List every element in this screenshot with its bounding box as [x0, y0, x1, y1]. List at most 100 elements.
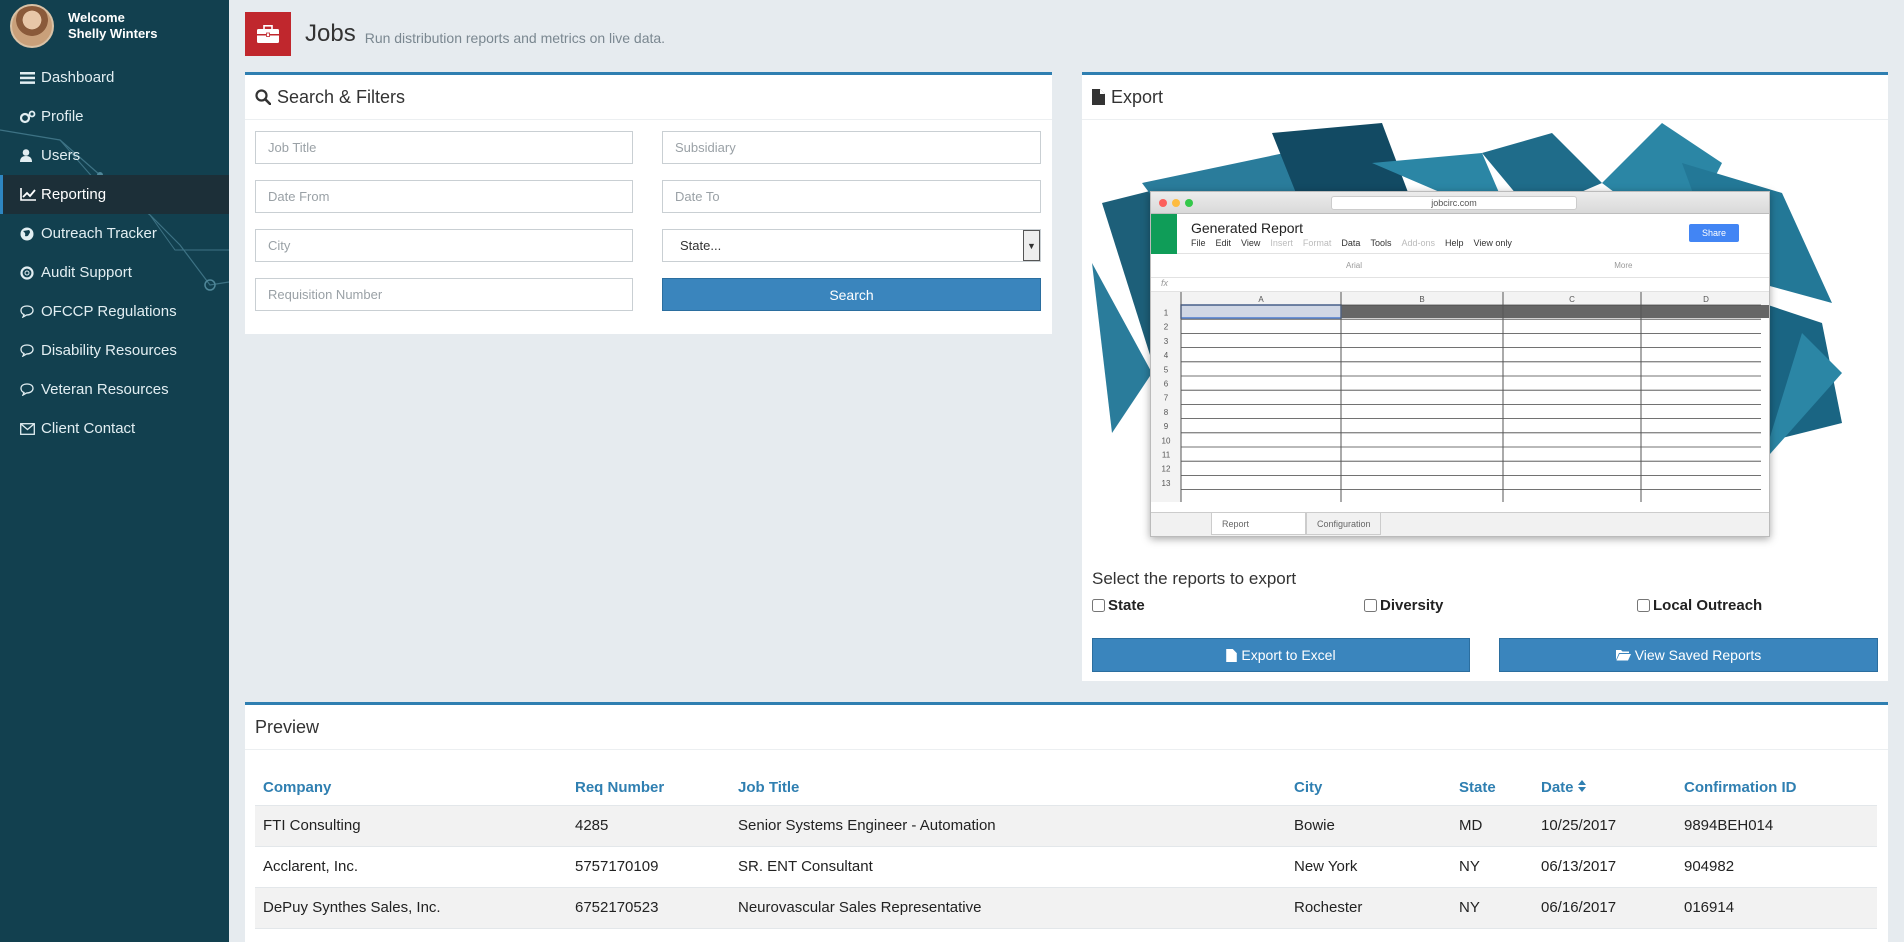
table-row[interactable]: Acclarent, Inc. 5757170109 SR. ENT Consu…	[255, 845, 1877, 887]
column-header-date[interactable]: Date	[1533, 771, 1676, 805]
sheet-menu-item: View	[1241, 238, 1261, 248]
sidebar-item-ofccp-regulations[interactable]: OFCCP Regulations	[0, 292, 229, 331]
cell-confirmation-id: 016914	[1676, 886, 1877, 928]
search-button[interactable]: Search	[662, 278, 1041, 311]
table-row[interactable]: Ethicon US, LLC 2136170526 Ethicon Sales…	[255, 927, 1877, 942]
job-title-input[interactable]	[255, 131, 633, 164]
user-name: Shelly Winters	[68, 26, 158, 41]
grid-column-label: C	[1569, 295, 1575, 304]
grid-row-label: 12	[1162, 465, 1171, 474]
sidebar-item-veteran-resources[interactable]: Veteran Resources	[0, 370, 229, 409]
grid-row-label: 6	[1164, 380, 1169, 389]
sidebar-item-dashboard[interactable]: Dashboard	[0, 58, 229, 97]
table-row[interactable]: DePuy Synthes Sales, Inc. 6752170523 Neu…	[255, 886, 1877, 928]
cell-req-number: 5757170109	[567, 845, 730, 887]
sidebar-item-users[interactable]: Users	[0, 136, 229, 175]
sidebar-item-label: Reporting	[41, 186, 107, 203]
checkbox-label: Local Outreach	[1653, 597, 1763, 614]
sidebar: Welcome Shelly Winters Dashboard Profile…	[0, 0, 229, 942]
cell-city: Bowie	[1286, 804, 1451, 846]
comment-icon	[20, 383, 40, 396]
column-header-company[interactable]: Company	[255, 771, 567, 805]
cell-city: New York	[1286, 845, 1451, 887]
maximize-dot-icon	[1185, 199, 1193, 207]
cell-confirmation-id: 9894BEH014	[1676, 804, 1877, 846]
formula-bar: fx	[1151, 278, 1769, 292]
page-header: Jobs Run distribution reports and metric…	[245, 12, 665, 56]
requisition-number-input[interactable]	[255, 278, 633, 311]
cell-job-title: SR. ENT Consultant	[730, 845, 1286, 887]
grid-row-label: 13	[1162, 479, 1171, 488]
view-saved-reports-button[interactable]: View Saved Reports	[1499, 638, 1878, 672]
file-icon	[1092, 89, 1105, 105]
cell-confirmation-id: 904982	[1676, 845, 1877, 887]
globe-icon	[20, 227, 40, 241]
sidebar-item-label: Outreach Tracker	[41, 225, 157, 242]
export-panel: Export jobcirc.com Generated Report File…	[1082, 72, 1888, 681]
sheet-font: Arial	[1346, 261, 1363, 270]
cell-job-title: Senior Systems Engineer - Automation	[730, 804, 1286, 846]
state-checkbox[interactable]	[1092, 599, 1105, 612]
filters-panel-title: Search & Filters	[245, 75, 1052, 120]
state-select[interactable]: State... ▼	[662, 229, 1041, 262]
grid-row-label: 8	[1164, 408, 1169, 417]
table-row[interactable]: FTI Consulting 4285 Senior Systems Engin…	[255, 804, 1877, 846]
sidebar-item-label: Users	[41, 147, 81, 164]
sidebar-item-outreach-tracker[interactable]: Outreach Tracker	[0, 214, 229, 253]
date-to-input[interactable]	[662, 180, 1041, 213]
sheet-name: Generated Report	[1191, 220, 1304, 236]
checkbox-label: State	[1108, 597, 1145, 614]
sidebar-item-profile[interactable]: Profile	[0, 97, 229, 136]
view-saved-reports-label: View Saved Reports	[1634, 647, 1762, 663]
sheet-menu-item: Edit	[1215, 238, 1232, 248]
sidebar-nav: Dashboard Profile Users Reporting Outrea…	[0, 58, 229, 448]
sheet-header: Generated Report File Edit View Insert F…	[1151, 214, 1769, 254]
table-header-row: Company Req Number Job Title City State …	[255, 771, 1877, 805]
sidebar-item-disability-resources[interactable]: Disability Resources	[0, 331, 229, 370]
grid-row-label: 9	[1164, 422, 1169, 431]
column-header-state[interactable]: State	[1451, 771, 1533, 805]
column-header-req-number[interactable]: Req Number	[567, 771, 730, 805]
column-header-city[interactable]: City	[1286, 771, 1451, 805]
sheet-menu-item: View only	[1473, 238, 1512, 248]
export-panel-title: Export	[1082, 75, 1888, 120]
city-input[interactable]	[255, 229, 633, 262]
local-outreach-report-checkbox[interactable]: Local Outreach	[1637, 597, 1762, 614]
page-title: Jobs	[305, 20, 356, 47]
cell-date: 10/25/2017	[1533, 804, 1676, 846]
cell-city: Rochester	[1286, 886, 1451, 928]
column-header-job-title[interactable]: Job Title	[730, 771, 1286, 805]
sidebar-item-label: OFCCP Regulations	[41, 303, 177, 320]
grid-row-label: 3	[1164, 337, 1169, 346]
state-report-checkbox[interactable]: State	[1092, 597, 1145, 614]
cell-state: CA	[1451, 927, 1533, 942]
column-header-confirmation-id[interactable]: Confirmation ID	[1676, 771, 1877, 805]
sheet-tab-report: Report	[1211, 513, 1306, 535]
sidebar-item-reporting[interactable]: Reporting	[0, 175, 229, 214]
cell-job-title: Neurovascular Sales Representative	[730, 886, 1286, 928]
diversity-checkbox[interactable]	[1364, 599, 1377, 612]
export-title-text: Export	[1111, 86, 1164, 107]
cell-state: NY	[1451, 886, 1533, 928]
sidebar-item-audit-support[interactable]: Audit Support	[0, 253, 229, 292]
user-box[interactable]: Welcome Shelly Winters	[0, 0, 229, 52]
preview-table: Company Req Number Job Title City State …	[255, 771, 1877, 942]
cell-company: FTI Consulting	[255, 804, 567, 846]
cell-company: Ethicon US, LLC	[255, 927, 567, 942]
chevron-down-icon[interactable]: ▼	[1023, 230, 1040, 261]
cell-req-number: 4285	[567, 804, 730, 846]
grid-row-label: 7	[1164, 394, 1169, 403]
date-from-input[interactable]	[255, 180, 633, 213]
grid-column-label: A	[1258, 295, 1264, 304]
sidebar-item-label: Audit Support	[41, 264, 132, 281]
cell-state: NY	[1451, 845, 1533, 887]
grid-row-label: 5	[1164, 365, 1169, 374]
local-outreach-checkbox[interactable]	[1637, 599, 1650, 612]
subsidiary-input[interactable]	[662, 131, 1041, 164]
export-to-excel-button[interactable]: Export to Excel	[1092, 638, 1470, 672]
diversity-report-checkbox[interactable]: Diversity	[1364, 597, 1443, 614]
preview-panel: Preview Company Req Number Job Title Cit…	[245, 702, 1888, 942]
avatar[interactable]	[10, 4, 54, 48]
column-header-date-label: Date	[1541, 779, 1574, 797]
sidebar-item-client-contact[interactable]: Client Contact	[0, 409, 229, 448]
